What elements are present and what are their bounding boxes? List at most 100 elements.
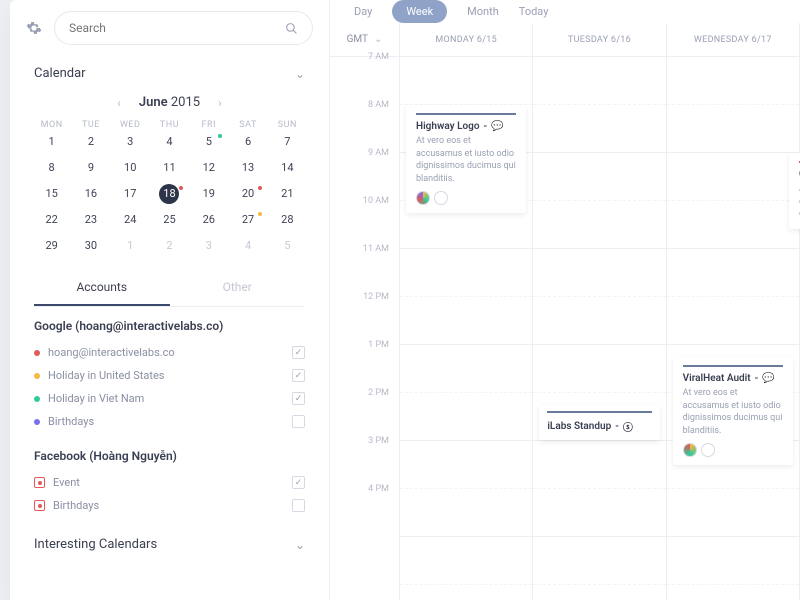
- checkbox[interactable]: ✓: [292, 346, 305, 359]
- time-slot[interactable]: [400, 297, 532, 345]
- calendar-day[interactable]: 1: [111, 236, 150, 256]
- time-slot[interactable]: [533, 153, 665, 201]
- tab-other[interactable]: Other: [170, 270, 306, 306]
- day-header[interactable]: MONDAY 6/15: [400, 23, 532, 57]
- time-slot[interactable]: [667, 585, 799, 600]
- next-month[interactable]: ›: [218, 96, 222, 110]
- calendar-day[interactable]: 29: [32, 236, 71, 256]
- time-slot[interactable]: [533, 249, 665, 297]
- time-slot[interactable]: [400, 345, 532, 393]
- time-slot[interactable]: [533, 537, 665, 585]
- calendar-day[interactable]: 2: [150, 236, 189, 256]
- day-header[interactable]: TUESDAY 6/16: [533, 23, 665, 57]
- time-slot[interactable]: [667, 105, 799, 153]
- time-slot[interactable]: [400, 489, 532, 537]
- time-slot[interactable]: [533, 585, 665, 600]
- calendar-day[interactable]: 25: [150, 210, 189, 230]
- calendar-day[interactable]: 21: [268, 184, 307, 204]
- calendar-day[interactable]: 11: [150, 158, 189, 178]
- calendar-day[interactable]: 3: [189, 236, 228, 256]
- calendar-source-row[interactable]: hoang@interactivelabs.co✓: [34, 341, 305, 364]
- time-slot[interactable]: [667, 201, 799, 249]
- search-icon: [285, 22, 298, 35]
- calendar-day[interactable]: 5: [189, 132, 228, 152]
- time-slot[interactable]: [533, 345, 665, 393]
- calendar-day[interactable]: 7: [268, 132, 307, 152]
- calendar-day[interactable]: 10: [111, 158, 150, 178]
- time-slot[interactable]: [533, 105, 665, 153]
- calendar-source-row[interactable]: Birthdays: [34, 494, 305, 517]
- time-slot[interactable]: [533, 57, 665, 105]
- time-slot[interactable]: [533, 297, 665, 345]
- calendar-day[interactable]: 30: [71, 236, 110, 256]
- time-slot[interactable]: [400, 57, 532, 105]
- calendar-source-row[interactable]: Holiday in Viet Nam✓: [34, 387, 305, 410]
- checkbox[interactable]: ✓: [292, 369, 305, 382]
- checkbox[interactable]: ✓: [292, 392, 305, 405]
- calendar-day[interactable]: 27: [228, 210, 267, 230]
- calendar-day[interactable]: 6: [228, 132, 267, 152]
- event-ilabs-standup[interactable]: iLabs Standup-ⓢ: [539, 405, 659, 440]
- event-highway-logo[interactable]: Highway Logo-💬At vero eos et accusamus e…: [406, 105, 526, 213]
- calendar-day[interactable]: 24: [111, 210, 150, 230]
- day-header[interactable]: WEDNESDAY 6/17: [667, 23, 799, 57]
- calendar-day[interactable]: 2: [71, 132, 110, 152]
- time-slot[interactable]: [400, 537, 532, 585]
- calendar-day[interactable]: 16: [71, 184, 110, 204]
- search-input[interactable]: [54, 11, 313, 45]
- calendar-day[interactable]: 8: [32, 158, 71, 178]
- checkbox[interactable]: ✓: [292, 476, 305, 489]
- calendar-day[interactable]: 9: [71, 158, 110, 178]
- interesting-calendars-toggle[interactable]: Interesting Calendars ⌄: [10, 527, 329, 560]
- event-partial[interactable]: CAt vero eos et accusamus et iusto odio …: [789, 153, 800, 229]
- calendar-day[interactable]: 17: [111, 184, 150, 204]
- color-bullet: [34, 373, 40, 379]
- calendar-day[interactable]: 13: [228, 158, 267, 178]
- view-month[interactable]: Month: [467, 5, 499, 18]
- calendar-day[interactable]: 1: [32, 132, 71, 152]
- event-viralheat-audit[interactable]: ViralHeat Audit-💬At vero eos et accusamu…: [673, 357, 793, 465]
- time-slot[interactable]: [667, 57, 799, 105]
- calendar-source-row[interactable]: Event✓: [34, 471, 305, 494]
- day-column: TUESDAY 6/16 iLabs Standup-ⓢ: [533, 23, 666, 600]
- prev-month[interactable]: ‹: [117, 96, 121, 110]
- calendar-day[interactable]: 3: [111, 132, 150, 152]
- checkbox[interactable]: [292, 415, 305, 428]
- time-slot[interactable]: [667, 249, 799, 297]
- settings-icon[interactable]: [26, 20, 42, 36]
- time-slot[interactable]: [533, 201, 665, 249]
- calendar-day[interactable]: 20: [228, 184, 267, 204]
- calendar-day[interactable]: 18: [150, 184, 189, 204]
- calendar-day[interactable]: 12: [189, 158, 228, 178]
- view-day[interactable]: Day: [354, 5, 372, 18]
- color-bullet: [34, 419, 40, 425]
- time-slot[interactable]: [533, 489, 665, 537]
- calendar-source-row[interactable]: Holiday in United States✓: [34, 364, 305, 387]
- calendar-source-row[interactable]: Birthdays: [34, 410, 305, 433]
- calendar-day[interactable]: 4: [228, 236, 267, 256]
- calendar-day[interactable]: 26: [189, 210, 228, 230]
- time-slot[interactable]: [667, 489, 799, 537]
- calendar-day[interactable]: 28: [268, 210, 307, 230]
- calendar-section-toggle[interactable]: Calendar ⌄: [10, 56, 329, 89]
- tab-accounts[interactable]: Accounts: [34, 270, 170, 306]
- calendar-day[interactable]: 23: [71, 210, 110, 230]
- time-slot[interactable]: [667, 537, 799, 585]
- fb-icon: [34, 477, 45, 488]
- time-slot[interactable]: [533, 441, 665, 489]
- time-slot[interactable]: [400, 393, 532, 441]
- view-today[interactable]: Today: [519, 5, 549, 18]
- calendar-day[interactable]: 15: [32, 184, 71, 204]
- calendar-day[interactable]: 14: [268, 158, 307, 178]
- time-slot[interactable]: [400, 441, 532, 489]
- calendar-day[interactable]: 5: [268, 236, 307, 256]
- time-slot[interactable]: [667, 153, 799, 201]
- time-slot[interactable]: [400, 585, 532, 600]
- time-slot[interactable]: [400, 249, 532, 297]
- time-slot[interactable]: [667, 297, 799, 345]
- calendar-day[interactable]: 4: [150, 132, 189, 152]
- checkbox[interactable]: [292, 499, 305, 512]
- calendar-day[interactable]: 22: [32, 210, 71, 230]
- calendar-day[interactable]: 19: [189, 184, 228, 204]
- view-week[interactable]: Week: [392, 0, 447, 23]
